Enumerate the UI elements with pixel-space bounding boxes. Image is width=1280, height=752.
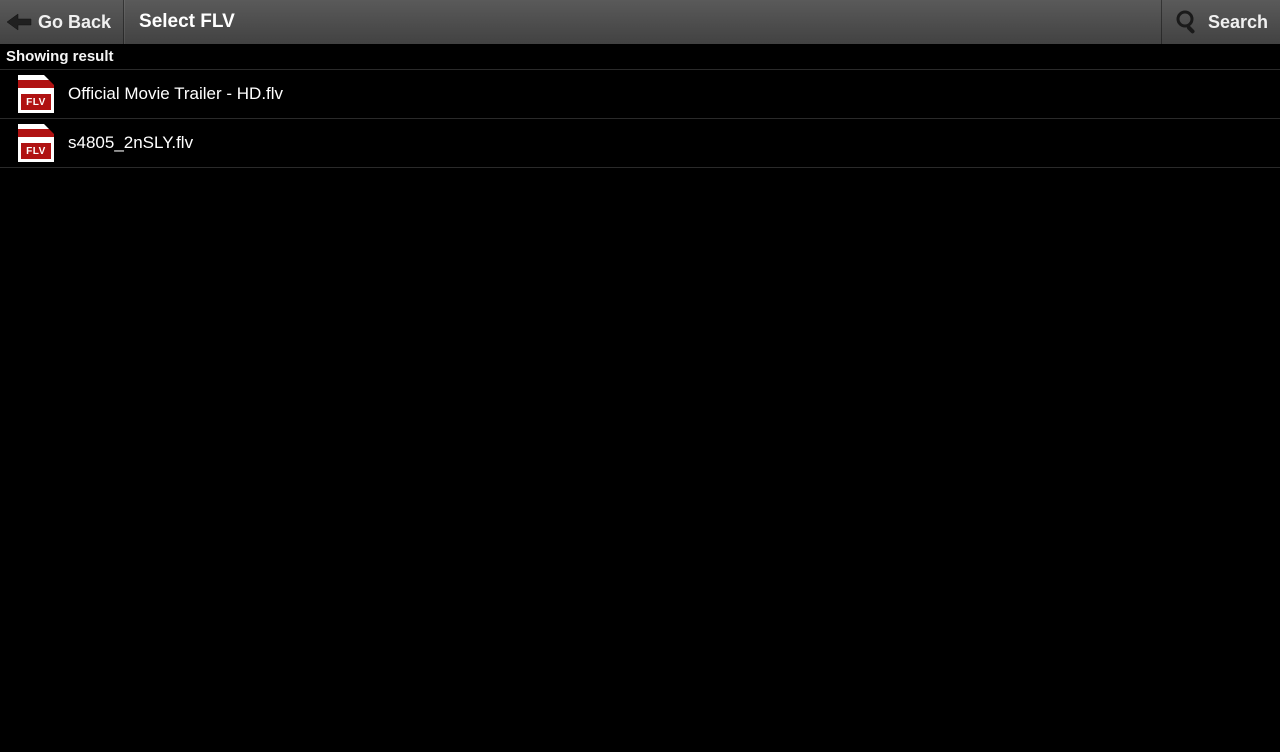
status-text: Showing result [0,44,1280,69]
search-label: Search [1208,12,1268,33]
flv-file-icon: FLV [18,124,54,162]
go-back-button[interactable]: Go Back [0,0,124,44]
file-list: FLV Official Movie Trailer - HD.flv FLV … [0,69,1280,168]
go-back-label: Go Back [38,12,111,33]
file-name: s4805_2nSLY.flv [68,133,193,153]
search-button[interactable]: Search [1161,0,1280,44]
list-item[interactable]: FLV s4805_2nSLY.flv [0,118,1280,168]
file-name: Official Movie Trailer - HD.flv [68,84,283,104]
flv-file-icon: FLV [18,75,54,113]
page-title: Select FLV [124,0,1161,44]
list-item[interactable]: FLV Official Movie Trailer - HD.flv [0,69,1280,119]
back-arrow-icon [6,12,32,32]
search-icon [1174,9,1200,35]
app-header: Go Back Select FLV Search [0,0,1280,44]
